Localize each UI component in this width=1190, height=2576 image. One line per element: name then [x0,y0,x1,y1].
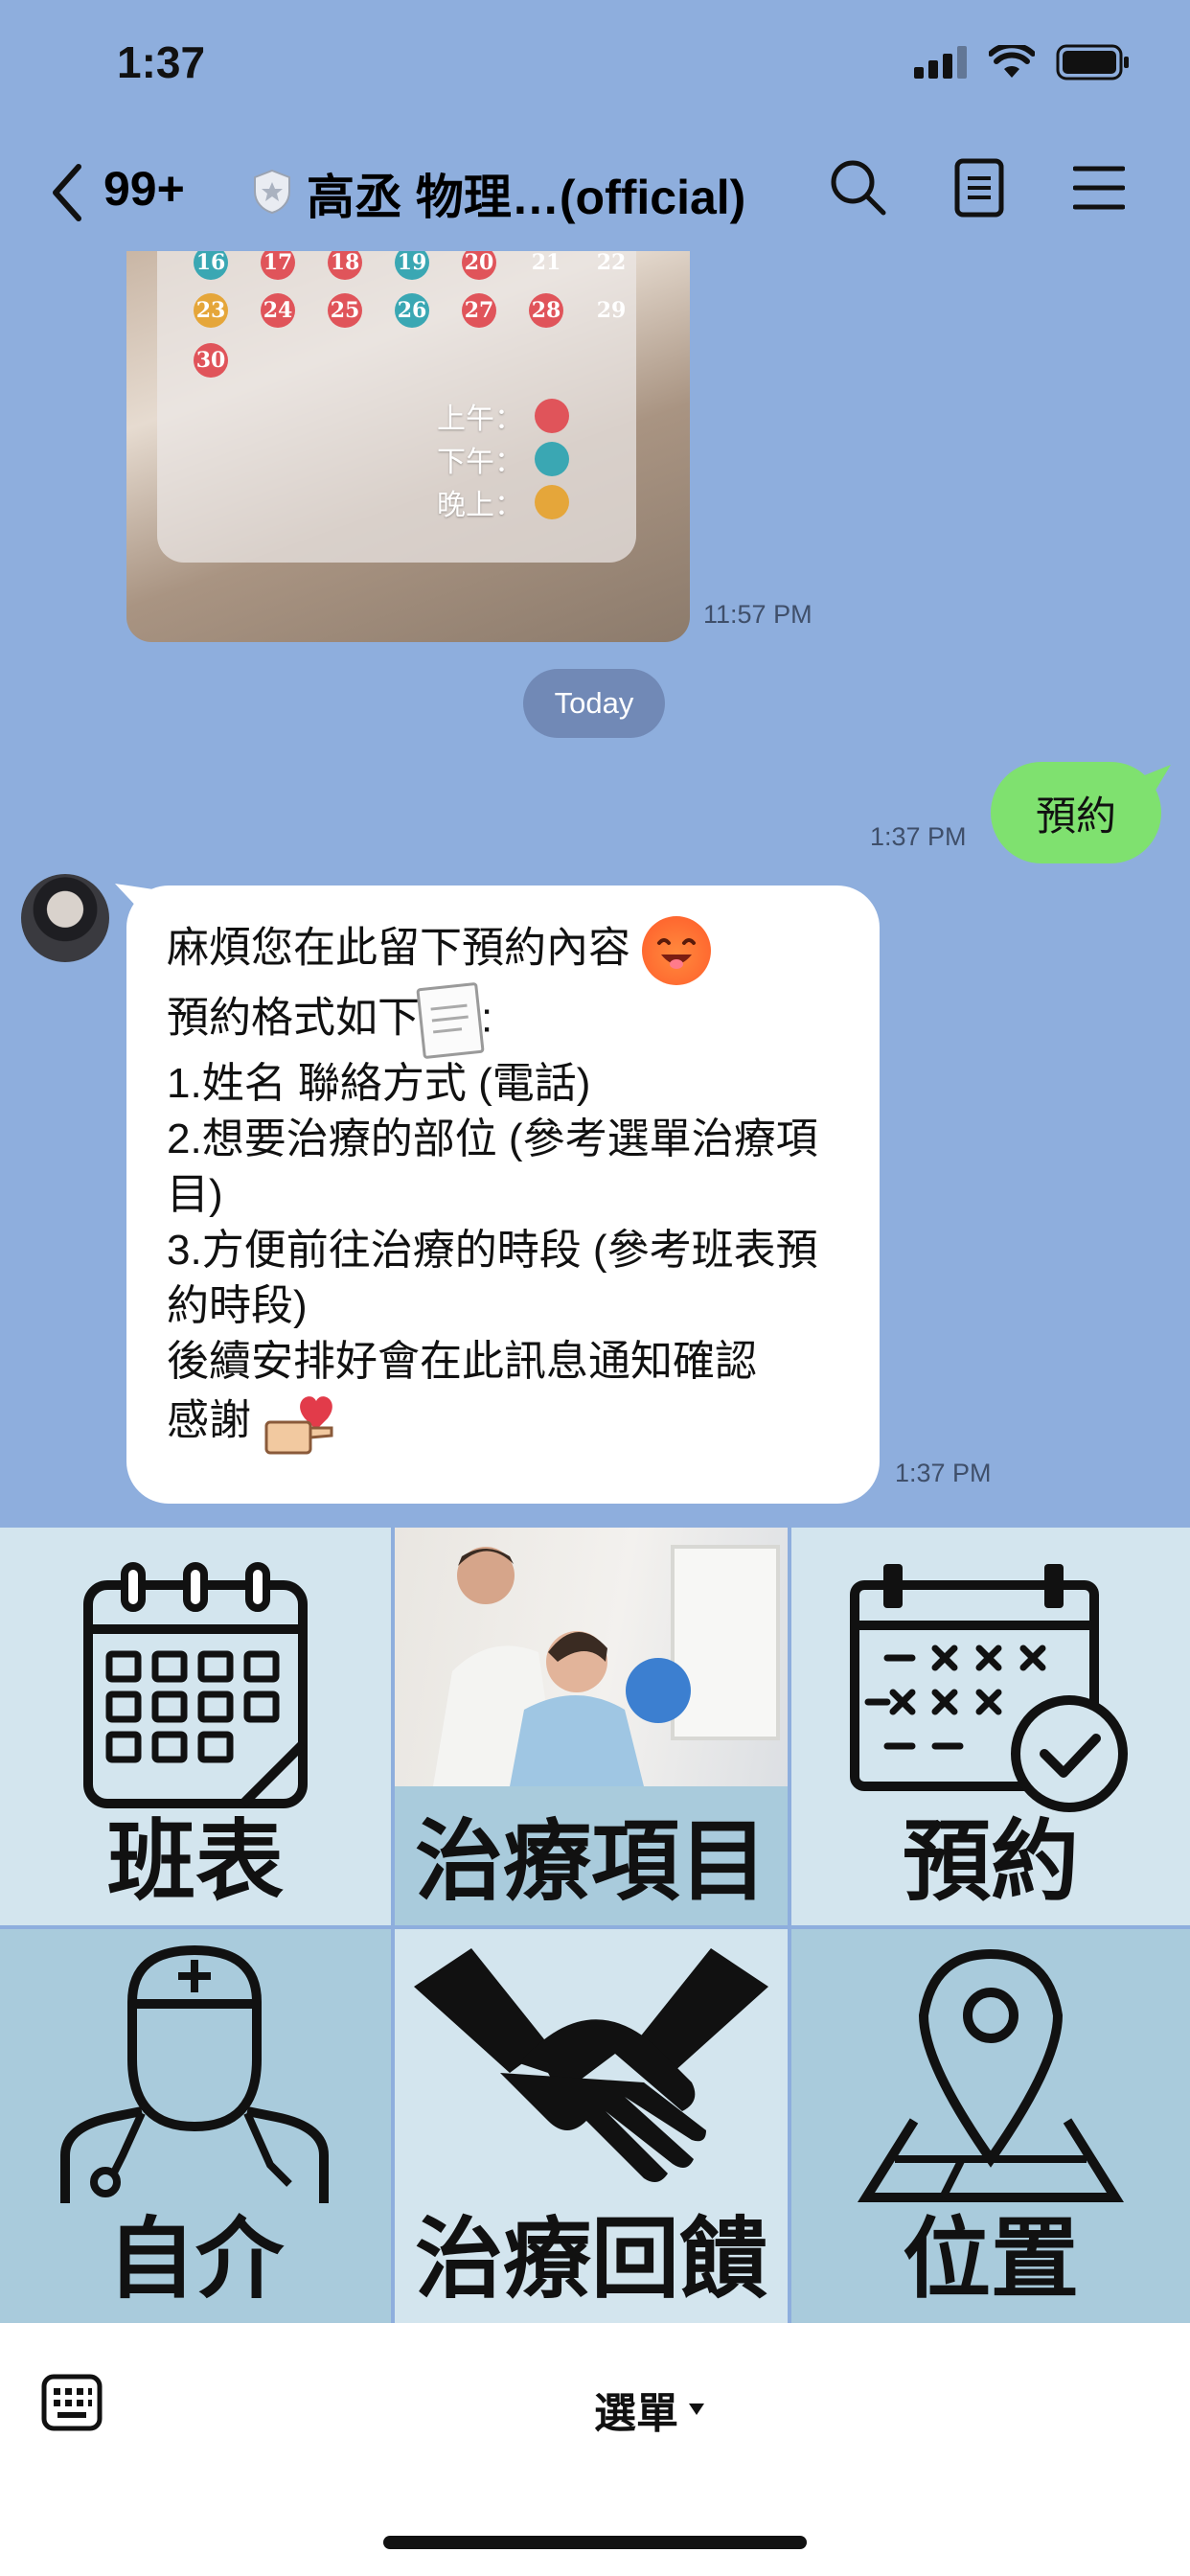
legend-dot [535,485,569,519]
date-separator: Today [523,669,665,738]
rich-menu-label: 位置 [902,2208,1079,2311]
cellular-signal-icon [914,46,967,79]
message-text: : [481,994,493,1042]
calendar-day: 24 [261,293,295,328]
rich-menu-booking[interactable]: 預約 [791,1528,1190,1925]
message-line: 預約格式如下 : [167,981,839,1060]
rich-menu-introduction[interactable]: 自介 [0,1929,391,2323]
message-line: 1.姓名 聯絡方式 (電話) [167,1060,591,1107]
outgoing-message-bubble[interactable]: 預約 [991,762,1161,863]
legend-afternoon: 下午： [437,438,569,480]
legend-dot [535,399,569,433]
menu-toggle-label: 選單 [594,2390,678,2437]
calendar-grid-icon [83,1562,308,1808]
message-text: 麻煩您在此留下預約內容 [167,924,630,972]
rich-menu-label: 治療項目 [414,1810,767,1913]
legend-dot [535,442,569,476]
rich-menu-feedback[interactable]: 治療回饋 [395,1929,788,2323]
rich-menu-treatments[interactable]: 治療項目 [395,1528,788,1925]
wifi-icon [989,45,1035,78]
rich-menu-label: 班表 [106,1810,284,1913]
message-line: 感謝 [167,1390,839,1457]
calendar-day: 22 [596,251,627,275]
status-time: 1:37 [117,37,206,87]
home-indicator [383,2536,807,2549]
rich-menu-label: 自介 [106,2208,284,2311]
legend-morning: 上午： [437,395,569,437]
message-text: 感謝 [167,1396,251,1444]
legend-label: 晚上： [437,489,523,522]
calendar-day: 23 [194,293,228,328]
calendar-day: 21 [531,251,561,275]
rich-menu-label: 預約 [902,1810,1079,1913]
menu-toggle-button[interactable]: 選單 [594,2379,705,2440]
calendar-day: 26 [395,293,429,328]
doctor-icon [60,1944,329,2203]
rich-menu-location[interactable]: 位置 [791,1929,1190,2323]
calendar-day: 30 [194,343,228,378]
map-pin-icon [857,1948,1125,2202]
message-time: 1:37 PM [895,1459,992,1487]
status-icons [914,44,1131,80]
calendar-day: 17 [261,251,295,280]
handshake-icon [414,1948,768,2182]
message-line: 後續安排好會在此訊息通知確認 [167,1338,757,1385]
calendar-day: 25 [328,293,362,328]
message-time: 1:37 PM [870,822,967,851]
calendar-day: 27 [462,293,496,328]
search-icon[interactable] [828,157,889,218]
incoming-message-bubble[interactable]: 麻煩您在此留下預約內容 預約格式如下 : 1.姓名 聯絡方式 (電話) 2.想要… [126,886,880,1504]
official-shield-icon [254,169,290,215]
legend-label: 上午： [437,402,523,436]
message-line: 麻煩您在此留下預約內容 [167,916,839,985]
calendar-day: 18 [328,251,362,280]
legend-evening: 晚上： [437,481,569,523]
battery-icon [1056,44,1129,80]
rich-menu-schedule[interactable]: 班表 [0,1528,391,1925]
smiling-face-emoji-icon [642,916,712,985]
dropdown-triangle-icon [689,2404,704,2415]
message-line: 2.想要治療的部位 (參考選單治療項目) [167,1116,818,1218]
unread-count[interactable]: 99+ [103,161,185,217]
memo-emoji-icon [416,981,485,1060]
message-line: 3.方便前往治療的時段 (參考班表預約時段) [167,1227,818,1329]
message-time: 11:57 PM [703,600,812,629]
hand-holding-heart-emoji-icon [263,1390,343,1457]
rich-menu: 班表 治療項目 預約 自介 治療回饋 位置 [0,1528,1190,2323]
shared-calendar-image[interactable]: 16 17 18 19 20 21 22 23 24 25 26 27 28 2… [126,251,690,642]
legend-label: 下午： [437,446,523,479]
calendar-day: 28 [529,293,563,328]
calendar-day: 29 [596,298,627,323]
therapy-photo [395,1528,788,1786]
sender-avatar[interactable] [21,874,109,962]
hamburger-menu-icon[interactable] [1073,157,1125,218]
back-chevron-icon[interactable] [48,163,86,222]
calendar-day: 20 [462,251,496,280]
calendar-card: 16 17 18 19 20 21 22 23 24 25 26 27 28 2… [157,251,636,563]
chat-title[interactable]: 高丞 物理…(official) [307,159,745,228]
rich-menu-label: 治療回饋 [414,2208,767,2311]
keyboard-icon[interactable] [40,2373,103,2432]
notes-icon[interactable] [952,157,1006,218]
calendar-check-icon [850,1564,1128,1812]
calendar-day: 19 [395,251,429,280]
calendar-day: 16 [194,251,228,280]
message-text: 預約格式如下 [167,994,420,1042]
